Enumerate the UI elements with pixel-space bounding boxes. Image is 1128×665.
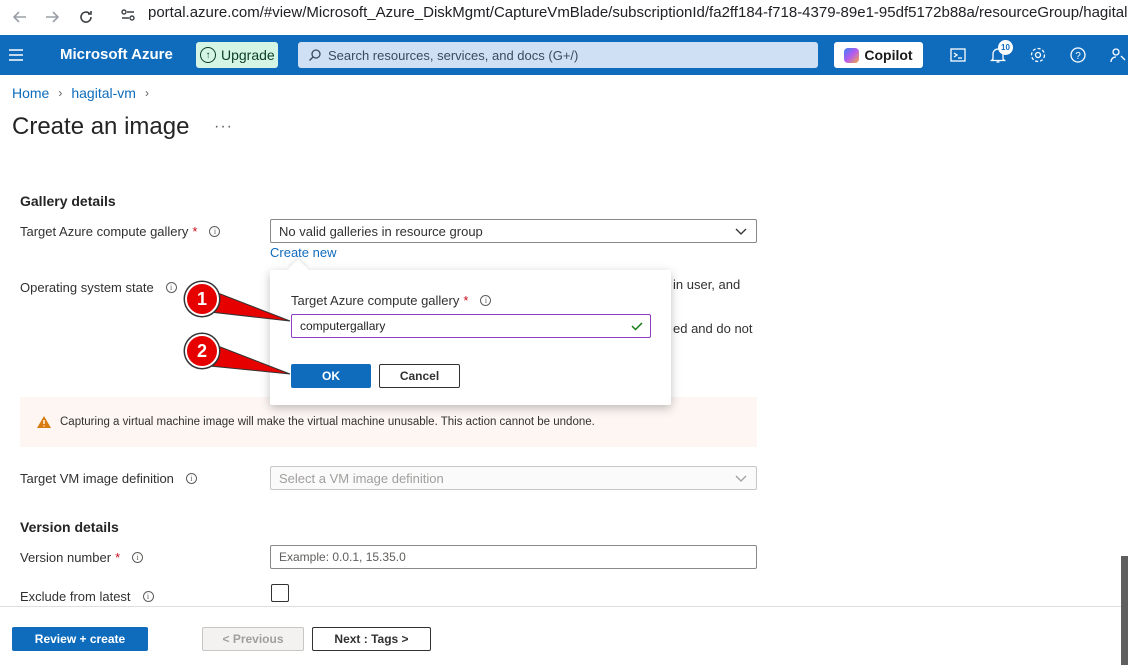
ok-button[interactable]: OK	[291, 364, 371, 388]
gallery-name-input[interactable]: computergallary	[291, 314, 651, 338]
gear-icon[interactable]	[1028, 45, 1048, 65]
callout-marker-1: 1	[185, 282, 219, 316]
search-icon	[309, 49, 321, 61]
os-state-description-partial: ed and do not	[673, 321, 753, 336]
callout-marker-2: 2	[185, 334, 219, 368]
target-gallery-dropdown[interactable]: No valid galleries in resource group	[270, 219, 757, 243]
version-section-title: Version details	[20, 519, 119, 535]
image-definition-placeholder: Select a VM image definition	[279, 470, 444, 486]
exclude-latest-label: Exclude from latest i	[20, 589, 154, 604]
version-number-label: Version number * i	[20, 550, 144, 565]
exclude-latest-label-text: Exclude from latest	[20, 589, 131, 604]
svg-text:?: ?	[1075, 51, 1081, 62]
previous-button[interactable]: < Previous	[202, 627, 304, 651]
checkmark-icon	[631, 322, 643, 331]
scrollbar-thumb[interactable]	[1121, 556, 1128, 665]
feedback-icon[interactable]	[1108, 45, 1128, 65]
chevron-down-icon	[735, 228, 747, 235]
callout-arrow-1	[209, 289, 291, 322]
image-definition-label: Target VM image definition i	[20, 471, 197, 486]
review-create-button[interactable]: Review + create	[12, 627, 148, 651]
copilot-button[interactable]: Copilot	[834, 42, 923, 68]
image-definition-dropdown[interactable]: Select a VM image definition	[270, 466, 757, 490]
popup-gallery-label: Target Azure compute gallery * i	[291, 293, 492, 308]
required-marker: *	[463, 293, 469, 308]
notification-badge: 10	[998, 40, 1013, 55]
version-number-label-text: Version number	[20, 550, 112, 565]
exclude-latest-checkbox[interactable]	[271, 584, 289, 602]
target-gallery-value: No valid galleries in resource group	[279, 223, 483, 239]
callout-arrows	[209, 289, 291, 375]
chevron-down-icon	[735, 475, 747, 482]
info-icon[interactable]: i	[132, 552, 144, 563]
required-marker: *	[115, 550, 121, 565]
copilot-icon	[844, 47, 860, 63]
info-icon[interactable]: i	[185, 473, 197, 484]
version-number-placeholder: Example: 0.0.1, 15.35.0	[279, 550, 406, 564]
cancel-button[interactable]: Cancel	[379, 364, 460, 388]
image-definition-label-text: Target VM image definition	[20, 471, 174, 486]
os-state-description-partial: in user, and	[673, 277, 741, 292]
info-icon[interactable]: i	[142, 591, 154, 602]
help-icon[interactable]: ?	[1068, 45, 1088, 65]
warning-text: Capturing a virtual machine image will m…	[60, 416, 595, 428]
search-placeholder: Search resources, services, and docs (G+…	[328, 47, 579, 63]
callout-arrow-2	[209, 342, 291, 375]
info-icon[interactable]: i	[480, 295, 492, 306]
cloud-shell-icon[interactable]	[948, 45, 968, 65]
warning-icon	[37, 416, 51, 428]
popup-gallery-label-text: Target Azure compute gallery	[291, 293, 460, 308]
search-input[interactable]: Search resources, services, and docs (G+…	[298, 42, 818, 68]
next-tags-button[interactable]: Next : Tags >	[312, 627, 431, 651]
version-number-input[interactable]: Example: 0.0.1, 15.35.0	[270, 545, 757, 569]
footer-bar	[0, 606, 1128, 665]
gallery-name-value: computergallary	[300, 319, 386, 333]
copilot-label: Copilot	[864, 47, 913, 63]
